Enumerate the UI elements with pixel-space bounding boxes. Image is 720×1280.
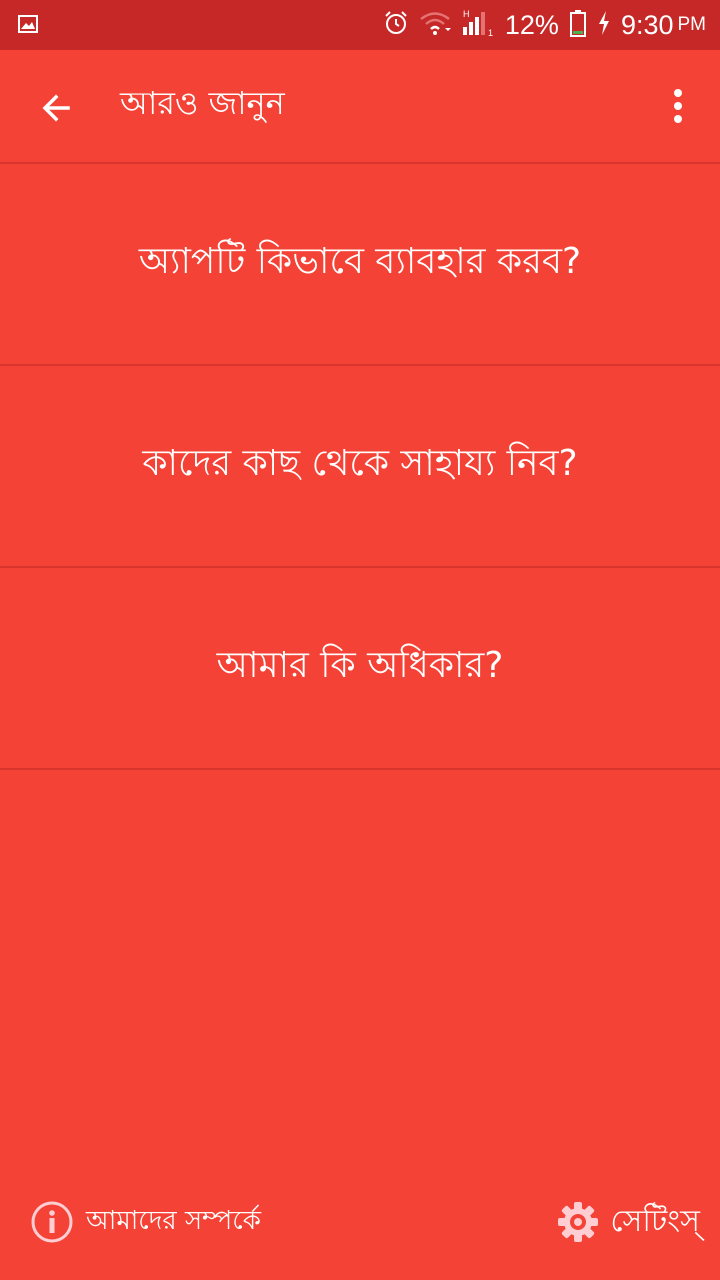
page-title: আরও জানুন bbox=[120, 84, 285, 122]
status-bar: H 1 12% 9:30 PM bbox=[0, 0, 720, 50]
back-button[interactable] bbox=[28, 80, 84, 136]
about-us-label: আমাদের সম্পর্কে bbox=[86, 1206, 261, 1236]
app-bar: আরও জানুন bbox=[0, 50, 720, 162]
alarm-icon bbox=[383, 10, 409, 40]
clock-time: 9:30 bbox=[620, 9, 674, 40]
charging-icon bbox=[597, 10, 611, 40]
menu-item-label: আমার কি অধিকার? bbox=[216, 645, 504, 686]
menu-item-my-rights[interactable]: আমার কি অধিকার? bbox=[0, 568, 720, 768]
signal-icon: H 1 bbox=[461, 9, 495, 41]
image-notification-icon bbox=[18, 14, 38, 38]
battery-percent: 12% bbox=[504, 9, 559, 40]
svg-text:1: 1 bbox=[488, 28, 493, 37]
more-vert-icon bbox=[674, 89, 682, 123]
overflow-menu-button[interactable] bbox=[658, 82, 698, 130]
menu-item-how-to-use[interactable]: অ্যাপটি কিভাবে ব্যাবহার করব? bbox=[0, 164, 720, 364]
gear-icon bbox=[558, 1202, 599, 1242]
menu-item-label: অ্যাপটি কিভাবে ব্যাবহার করব? bbox=[138, 241, 582, 282]
svg-text:H: H bbox=[463, 9, 470, 19]
about-us-button[interactable]: আমাদের সম্পর্কে bbox=[30, 1198, 261, 1246]
divider bbox=[0, 768, 720, 770]
wifi-icon bbox=[419, 10, 451, 40]
menu-item-get-help[interactable]: কাদের কাছ থেকে সাহায্য নিব? bbox=[0, 366, 720, 566]
settings-label: সেটিংস্ bbox=[610, 1203, 700, 1239]
info-icon bbox=[31, 1201, 73, 1243]
settings-button[interactable]: সেটিংস্ bbox=[556, 1196, 700, 1248]
menu-item-label: কাদের কাছ থেকে সাহায্য নিব? bbox=[142, 443, 578, 484]
clock-ampm: PM bbox=[677, 14, 707, 35]
battery-icon bbox=[569, 9, 587, 41]
arrow-left-icon bbox=[42, 94, 70, 122]
